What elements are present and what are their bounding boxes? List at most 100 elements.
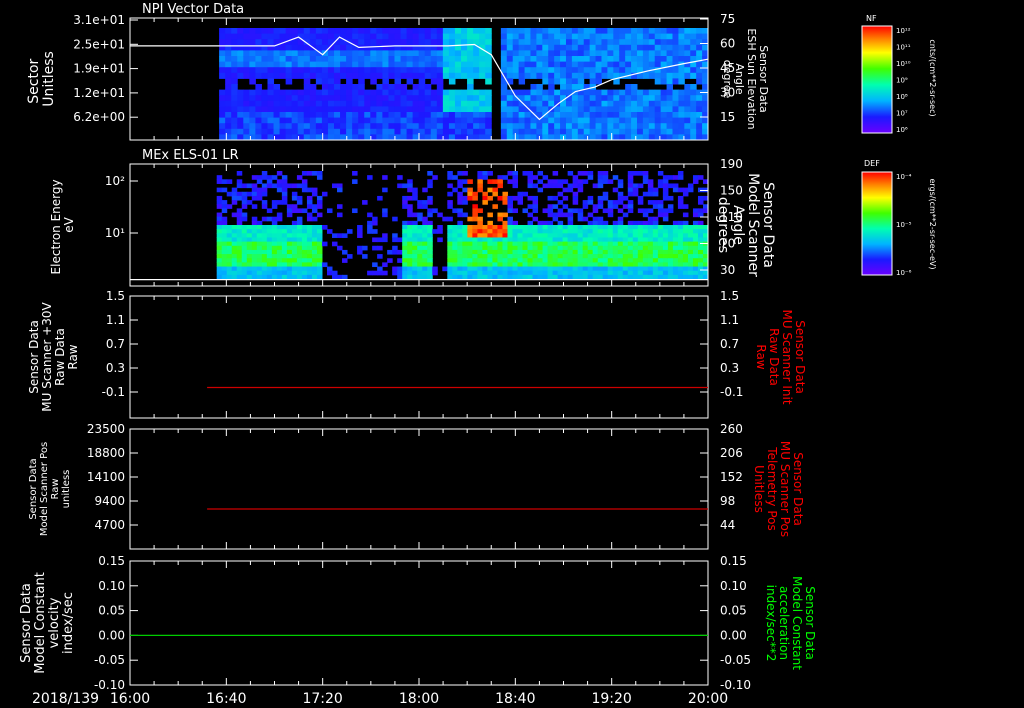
heat-cell — [619, 39, 626, 46]
heat-cell — [327, 117, 335, 124]
heat-cell — [306, 200, 313, 205]
heat-cell — [301, 179, 308, 184]
heat-cell — [376, 61, 383, 68]
heat-cell — [382, 89, 389, 96]
heat-cell — [226, 245, 233, 251]
heat-cell — [652, 187, 659, 193]
heat-cell — [271, 216, 278, 222]
heat-cell — [595, 89, 602, 96]
heat-cell — [448, 78, 456, 85]
heat-cell — [286, 225, 293, 230]
heat-cell — [482, 175, 488, 180]
heat-cell — [225, 84, 232, 91]
heat-cell — [684, 72, 691, 79]
heat-cell — [241, 195, 248, 201]
heat-cell — [506, 123, 514, 130]
heat-cell — [648, 61, 656, 68]
heat-cell — [636, 100, 644, 107]
heat-cell — [424, 61, 432, 68]
heat-cell — [246, 183, 253, 189]
heat-cell — [382, 100, 389, 107]
heat-cell — [231, 84, 238, 91]
heat-cell — [507, 245, 513, 251]
left-tick-label: 9400 — [94, 494, 125, 508]
heat-cell — [467, 128, 474, 135]
heat-cell — [607, 39, 614, 46]
heat-cell — [241, 241, 248, 247]
heat-cell — [512, 266, 518, 272]
heat-cell — [467, 44, 474, 51]
heat-cell — [370, 28, 377, 35]
heat-cell — [216, 200, 223, 205]
heat-cell — [602, 208, 609, 214]
heat-cell — [297, 100, 305, 107]
heat-cell — [557, 233, 564, 238]
heat-cell — [422, 249, 428, 255]
ylabel-line: Raw Data — [53, 328, 67, 386]
heat-cell — [452, 229, 458, 234]
heat-cell — [436, 67, 444, 74]
left-tick-label: 3.1e+01 — [73, 13, 125, 27]
heat-cell — [400, 39, 408, 46]
heat-cell — [267, 67, 275, 74]
heat-cell — [370, 95, 377, 102]
heat-cell — [682, 254, 689, 259]
heat-cell — [537, 225, 544, 230]
heat-cell — [567, 233, 574, 238]
heat-cell — [507, 237, 513, 243]
heat-cell — [256, 258, 263, 263]
panel-ylabel: Sensor DataModel Scanner PosRawunitless — [28, 442, 72, 536]
heat-cell — [632, 233, 639, 238]
heat-cell — [261, 241, 268, 247]
heat-cell — [622, 249, 629, 255]
heat-cell — [548, 84, 555, 91]
heat-cell — [286, 254, 293, 259]
heat-cell — [249, 117, 256, 124]
heat-cell — [467, 84, 474, 91]
heat-cell — [602, 179, 609, 184]
heat-cell — [677, 187, 684, 193]
heat-cell — [311, 191, 318, 197]
heat-cell — [231, 106, 238, 113]
heat-cell — [677, 262, 684, 268]
heat-cell — [637, 208, 644, 214]
heat-cell — [595, 123, 602, 130]
heat-cell — [532, 254, 539, 259]
heat-cell — [627, 200, 634, 205]
heat-cell — [442, 61, 450, 68]
heat-cell — [261, 270, 268, 276]
heat-cell — [267, 117, 275, 124]
heat-cell — [524, 61, 531, 68]
heat-cell — [612, 274, 619, 280]
heat-cell — [315, 128, 323, 135]
heat-cell — [524, 123, 531, 130]
heat-cell — [595, 128, 602, 135]
heat-cell — [492, 187, 498, 193]
heat-cell — [692, 212, 699, 218]
heat-cell — [364, 72, 371, 79]
heat-cell — [562, 229, 569, 234]
heat-cell — [595, 39, 602, 46]
heat-cell — [554, 39, 561, 46]
heat-cell — [577, 128, 585, 135]
heat-cell — [454, 72, 462, 79]
heat-cell — [595, 95, 602, 102]
heat-cell — [684, 33, 691, 40]
heat-cell — [226, 237, 233, 243]
heat-cell — [477, 241, 483, 247]
heat-cell — [422, 245, 428, 251]
heat-cell — [286, 266, 293, 272]
heat-cell — [479, 128, 486, 135]
heat-cell — [562, 187, 569, 193]
heat-cell — [672, 117, 679, 124]
heat-cell — [562, 245, 569, 251]
heat-cell — [662, 254, 669, 259]
heat-cell — [589, 128, 597, 135]
heat-cell — [424, 95, 432, 102]
heat-cell — [627, 175, 634, 180]
heat-cell — [587, 266, 594, 272]
heat-cell — [382, 39, 389, 46]
heat-cell — [567, 237, 574, 243]
heat-cell — [397, 258, 403, 263]
heat-cell — [672, 95, 679, 102]
